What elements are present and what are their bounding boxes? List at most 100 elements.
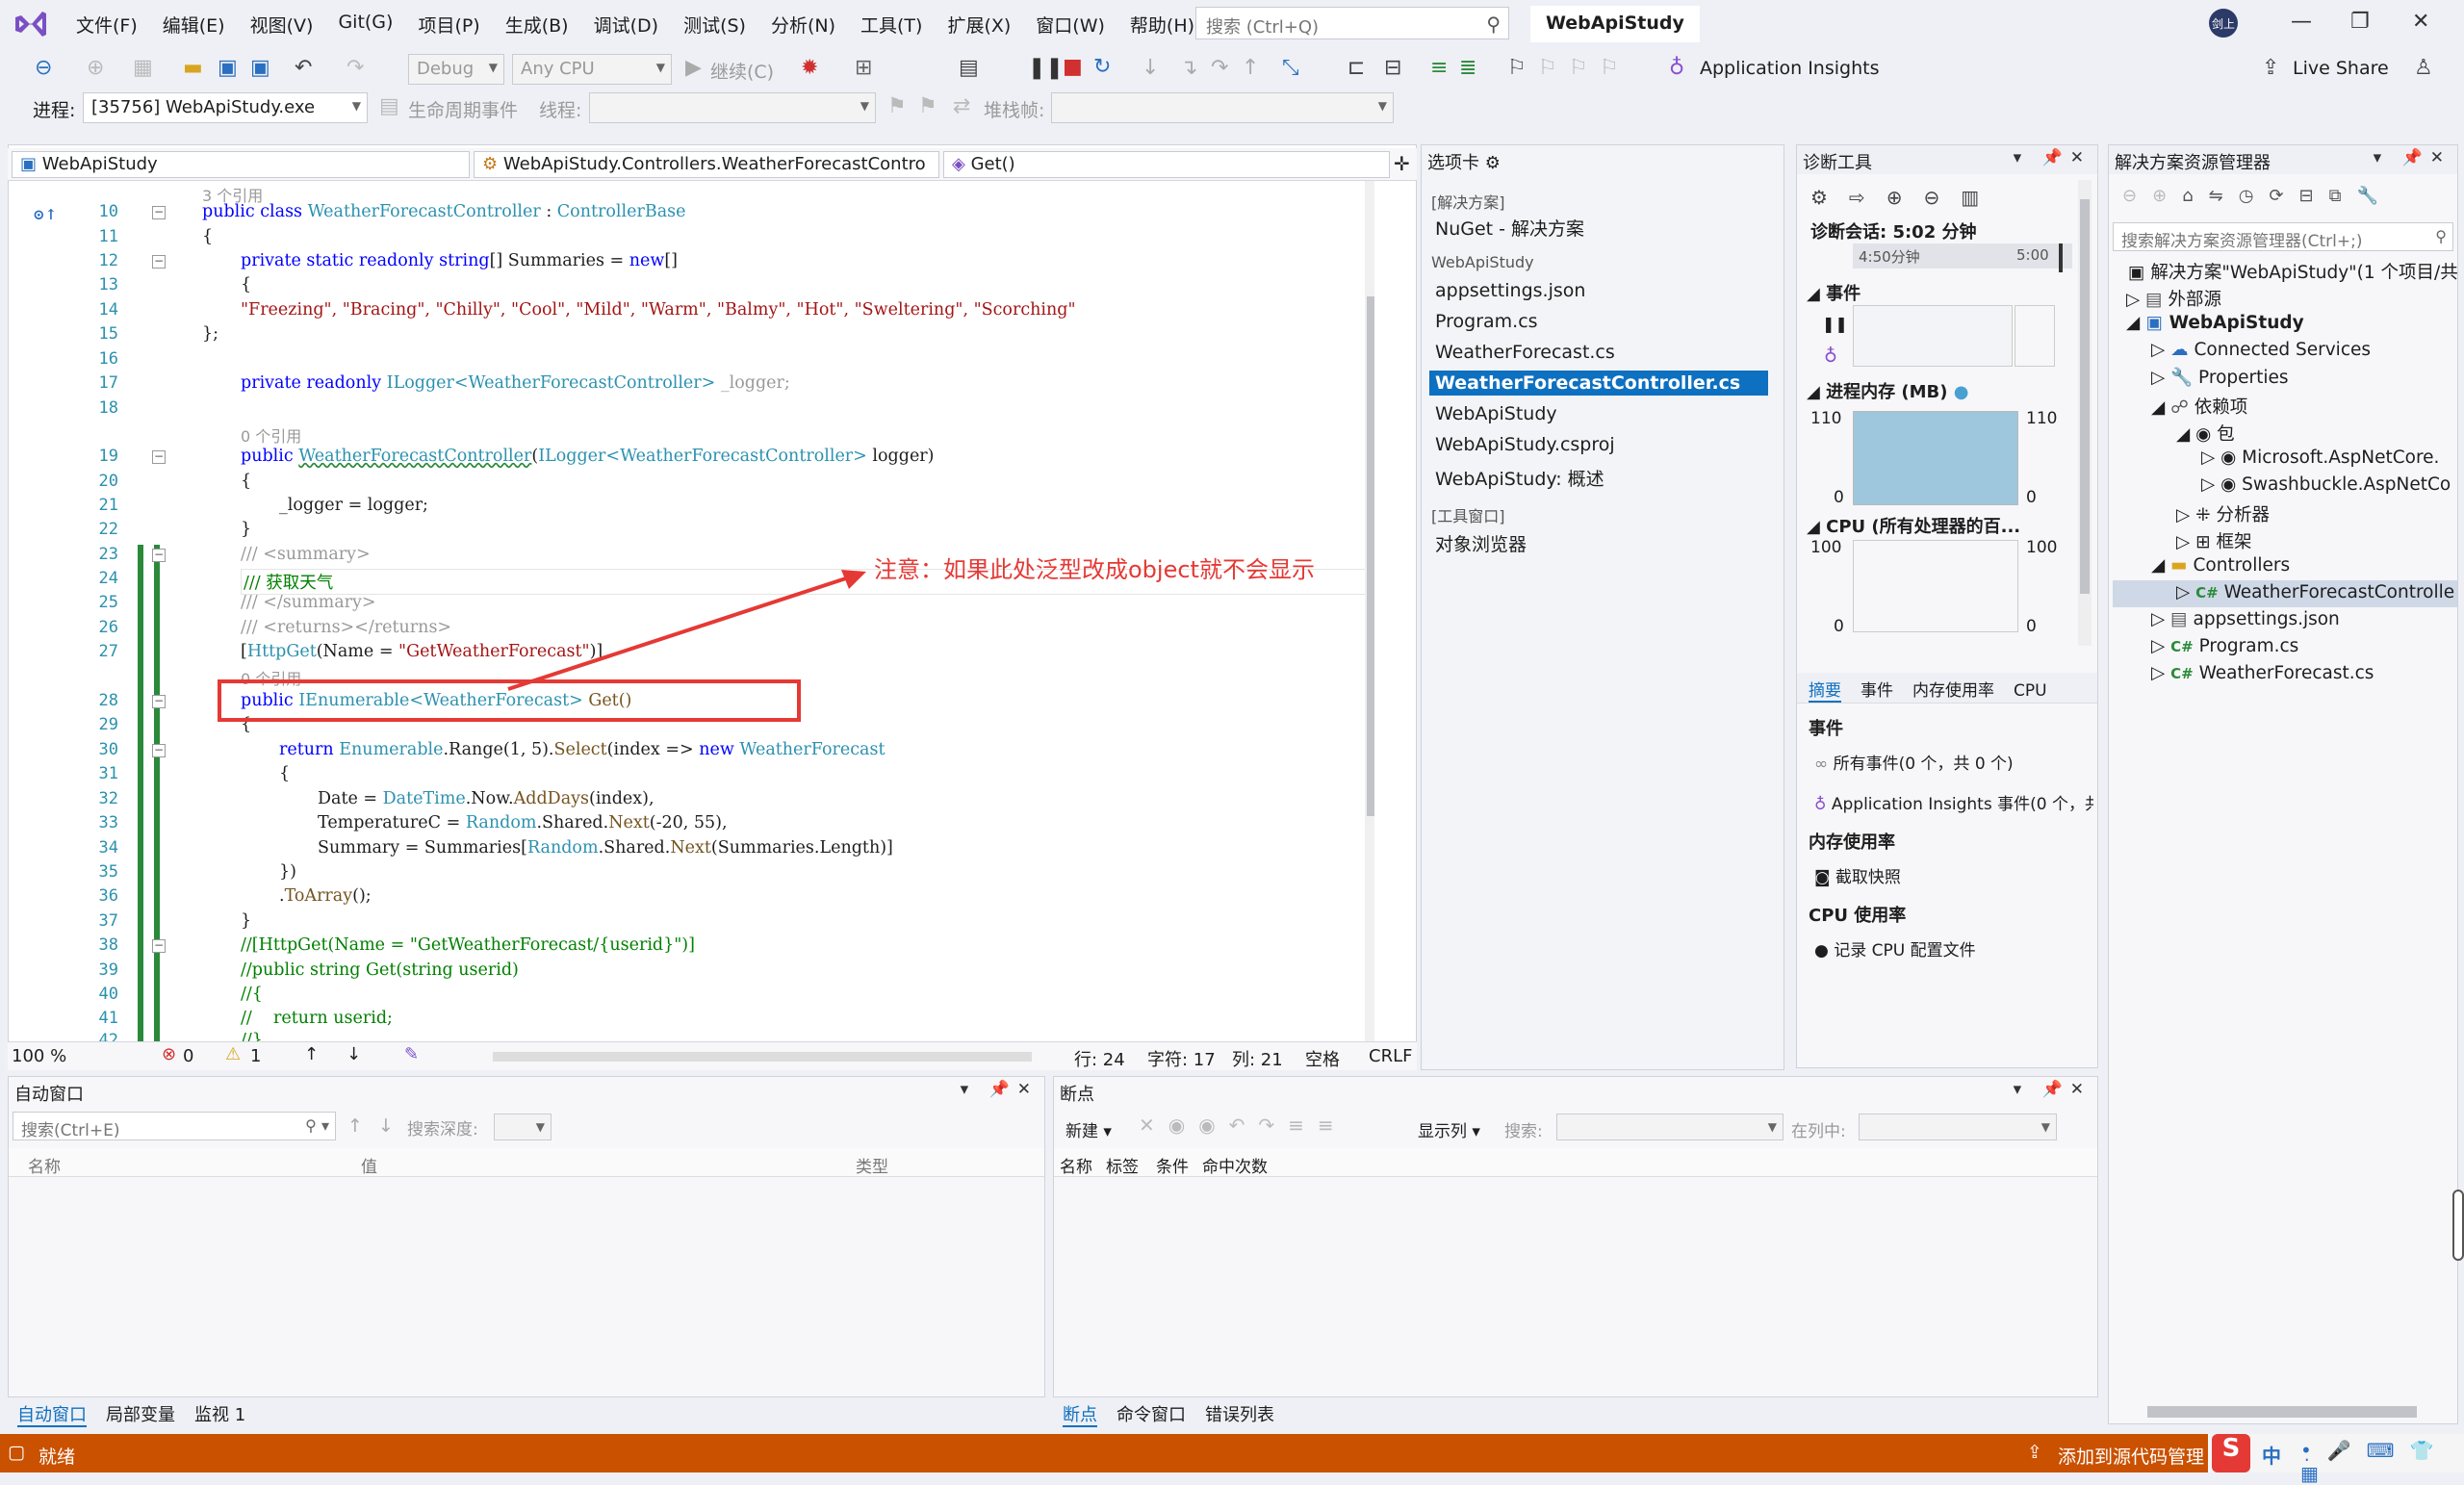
- menu-tools[interactable]: 工具(T): [848, 12, 935, 38]
- indent-icon[interactable]: ≡: [1430, 56, 1448, 80]
- save-icon[interactable]: ▣: [218, 56, 238, 80]
- sync-icon[interactable]: ⟳: [2269, 186, 2283, 206]
- flag-icon[interactable]: ⚑: [887, 94, 907, 118]
- toolbox-item[interactable]: WeatherForecast.cs: [1435, 342, 1615, 363]
- toolbox-item[interactable]: Program.cs: [1435, 311, 1538, 332]
- open-folder-icon[interactable]: ▬: [183, 56, 203, 80]
- tab-summary[interactable]: 摘要: [1809, 681, 1841, 703]
- restart-icon[interactable]: ↻: [1093, 55, 1111, 79]
- col-hit-count[interactable]: 命中次数: [1202, 1153, 1268, 1177]
- nav-class-select[interactable]: ⚙ WebApiStudy.Controllers.WeatherForecas…: [474, 151, 939, 178]
- nav-member-select[interactable]: ◈ Get(): [943, 151, 1390, 178]
- bp-search-input[interactable]: ▼: [1556, 1114, 1784, 1140]
- hot-reload-icon[interactable]: ✹: [801, 56, 818, 80]
- col-type[interactable]: 类型: [856, 1153, 888, 1177]
- close-window-icon[interactable]: ✕: [2412, 10, 2429, 34]
- new-breakpoint-button[interactable]: 新建 ▾: [1065, 1117, 1112, 1141]
- back-icon[interactable]: ⊖: [35, 56, 52, 80]
- collapse-icon[interactable]: ⊟: [2299, 186, 2314, 206]
- ime-tools-icon[interactable]: •̣🎤⌨👕▦: [2300, 1439, 2464, 1485]
- stack-icon[interactable]: ▤: [959, 56, 979, 80]
- swap-icon[interactable]: ⇄: [953, 94, 970, 118]
- menu-window[interactable]: 窗口(W): [1023, 12, 1117, 38]
- pause-icon[interactable]: ❚❚: [1822, 315, 1848, 333]
- new-item-icon[interactable]: ▦: [133, 56, 153, 80]
- scrollbar-thumb[interactable]: [2080, 199, 2090, 594]
- bookmark-next-icon[interactable]: ⚐: [1569, 56, 1588, 80]
- global-search-input[interactable]: 搜索 (Ctrl+Q) ⚲: [1195, 7, 1509, 39]
- tree-package-item[interactable]: ▷ ◉ Swashbuckle.AspNetCo: [2201, 474, 2459, 495]
- record-cpu-button[interactable]: ● 记录 CPU 配置文件: [1814, 936, 1976, 960]
- tree-properties[interactable]: ▷ 🔧 Properties: [2151, 367, 2289, 388]
- lifecycle-events-button[interactable]: 生命周期事件: [408, 96, 518, 122]
- menu-help[interactable]: 帮助(H): [1117, 12, 1207, 38]
- thread-select[interactable]: ▼: [589, 92, 876, 123]
- configuration-select[interactable]: Debug ▼: [408, 54, 504, 85]
- tree-controllers-folder[interactable]: ◢ ▬ Controllers: [2151, 555, 2290, 576]
- settings-icon[interactable]: ⚙: [1810, 186, 1828, 209]
- menu-test[interactable]: 测试(S): [671, 12, 758, 38]
- export-icon[interactable]: ⇨: [1849, 186, 1865, 209]
- toolbox-item[interactable]: appsettings.json: [1435, 280, 1585, 301]
- show-all-icon[interactable]: ⧉: [2329, 186, 2342, 206]
- tree-dependencies[interactable]: ◢ ☍ 依赖项: [2151, 394, 2247, 419]
- autos-search-input[interactable]: 搜索(Ctrl+E) ⚲ ▾: [13, 1112, 336, 1140]
- panel-controls-icon[interactable]: ▾ 📌✕: [2014, 1080, 2092, 1099]
- stop-icon[interactable]: ■: [1063, 55, 1083, 79]
- toolbox-item[interactable]: WebApiStudy: [1435, 403, 1557, 424]
- bookmark-clear-icon[interactable]: ⚐: [1600, 56, 1619, 80]
- arrow-down-icon[interactable]: ↓: [346, 1044, 361, 1064]
- tab-command-window[interactable]: 命令窗口: [1116, 1405, 1186, 1425]
- tab-cpu[interactable]: CPU: [2014, 681, 2047, 701]
- threads-icon[interactable]: ⊟: [1384, 56, 1401, 80]
- menu-build[interactable]: 生成(B): [493, 12, 581, 38]
- tab-locals[interactable]: 局部变量: [106, 1405, 175, 1425]
- switch-views-icon[interactable]: ⇋: [2209, 186, 2223, 206]
- toolbox-item[interactable]: NuGet - 解决方案: [1435, 215, 1584, 241]
- pause-icon[interactable]: ❚❚: [1028, 56, 1064, 80]
- panel-controls-icon[interactable]: ▾ 📌✕: [2014, 148, 2092, 167]
- bookmark-prev-icon[interactable]: ⚐: [1538, 56, 1557, 80]
- tree-project[interactable]: ◢ ▣ WebApiStudy: [2126, 313, 2304, 333]
- forward-icon[interactable]: ⊕: [87, 56, 104, 80]
- menu-analyze[interactable]: 分析(N): [758, 12, 848, 38]
- step-out-icon[interactable]: ↑: [1242, 56, 1259, 80]
- tree-external-sources[interactable]: ▷ ▤ 外部源: [2126, 286, 2221, 311]
- col-label[interactable]: 标签: [1106, 1153, 1139, 1177]
- show-next-icon[interactable]: ⊏: [1348, 56, 1365, 80]
- menu-git[interactable]: Git(G): [325, 12, 405, 38]
- cursor-icon[interactable]: ⤡: [1282, 56, 1299, 80]
- undo-icon[interactable]: ↶: [295, 56, 312, 80]
- back-icon[interactable]: ⊖: [2122, 186, 2137, 206]
- menu-view[interactable]: 视图(V): [238, 12, 326, 38]
- continue-button[interactable]: 继续(C): [710, 58, 774, 84]
- feedback-icon[interactable]: ♙: [2414, 56, 2433, 80]
- horizontal-scrollbar[interactable]: [493, 1052, 1032, 1062]
- side-scroll-indicator[interactable]: [2452, 1190, 2464, 1261]
- tree-solution[interactable]: ▣ 解决方案"WebApiStudy"(1 个项目/共: [2128, 259, 2459, 284]
- avatar[interactable]: 剑上: [2209, 9, 2238, 38]
- tab-events[interactable]: 事件: [1861, 681, 1893, 701]
- nav-project-select[interactable]: ▣ WebApiStudy: [12, 151, 470, 178]
- process-select[interactable]: [35756] WebApiStudy.exe ▼: [83, 92, 368, 123]
- eol-indicator[interactable]: CRLF: [1369, 1046, 1412, 1066]
- toolbox-item-selected[interactable]: WeatherForecastController.cs: [1429, 371, 1768, 396]
- properties-icon[interactable]: 🔧: [2356, 186, 2377, 206]
- tree-weatherforecast[interactable]: ▷ C# WeatherForecast.cs: [2151, 663, 2374, 683]
- timeline-ruler[interactable]: 4:50分钟 5:00: [1853, 243, 2072, 272]
- tab-watch[interactable]: 监视 1: [194, 1405, 245, 1425]
- tree-packages[interactable]: ◢ ◉ 包: [2176, 421, 2235, 446]
- tree-appsettings[interactable]: ▷ ▤ appsettings.json: [2151, 609, 2340, 629]
- scrollbar-thumb[interactable]: [1367, 296, 1374, 816]
- error-count[interactable]: 0: [183, 1046, 193, 1066]
- panel-controls-icon[interactable]: ▾ 📌✕: [961, 1080, 1039, 1099]
- col-condition[interactable]: 条件: [1156, 1153, 1189, 1177]
- zoom-level[interactable]: 100 %: [12, 1046, 66, 1066]
- step-redo-icon[interactable]: ↷: [1211, 56, 1228, 80]
- toolbox-item[interactable]: WebApiStudy.csproj: [1435, 434, 1615, 455]
- flag-threads-icon[interactable]: ⚑: [918, 94, 937, 118]
- snapshot-button[interactable]: ◙ 截取快照: [1814, 863, 1901, 887]
- cleanup-icon[interactable]: ✎: [404, 1044, 419, 1064]
- warning-count[interactable]: 1: [250, 1046, 261, 1066]
- breakpoint-actions-icon[interactable]: ✕◉◉↶↷≡≡: [1139, 1114, 1348, 1137]
